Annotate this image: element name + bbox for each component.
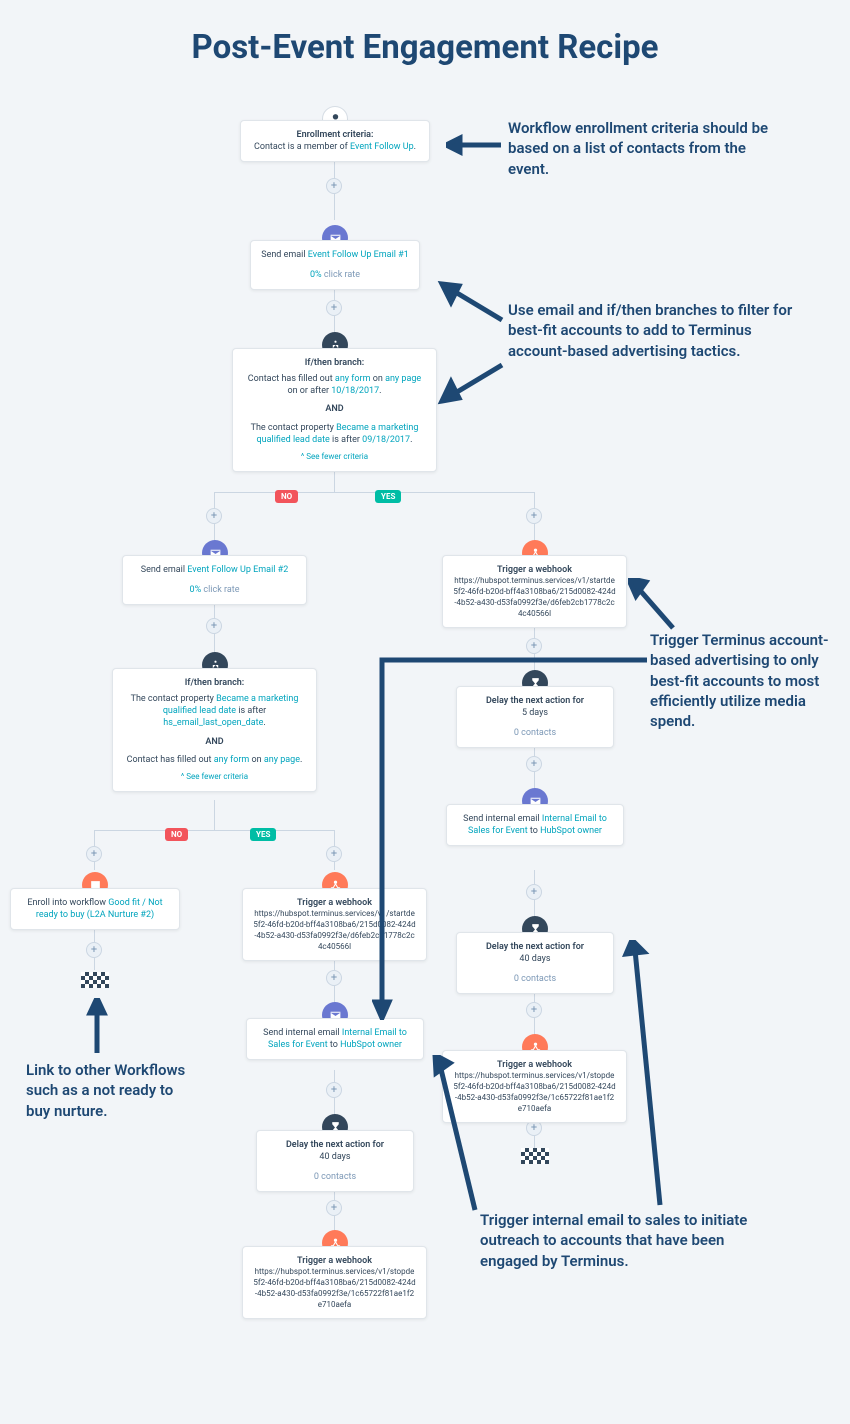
branch-yes-tag: YES [250,828,276,841]
annotation: Use email and if/then branches to filter… [508,300,798,361]
webhook-url: https://hubspot.terminus.services/v1/sto… [253,1267,416,1310]
webhook-card[interactable]: Trigger a webhook https://hubspot.termin… [242,1246,427,1319]
annotation: Link to other Workflows such as a not re… [26,1060,196,1121]
add-step-button[interactable]: + [326,846,342,862]
add-step-button[interactable]: + [526,508,542,524]
card-header: If/then branch: [123,677,306,689]
card-header: Enrollment criteria: [251,129,419,141]
webhook-card[interactable]: Trigger a webhook https://hubspot.termin… [442,555,627,628]
ifthen-branch-card[interactable]: If/then branch: Contact has filled out a… [232,348,437,472]
add-step-button[interactable]: + [326,300,342,316]
annotation: Trigger internal email to sales to initi… [480,1210,780,1271]
send-email-card[interactable]: Send email Event Follow Up Email #1 0% c… [250,240,420,290]
add-step-button[interactable]: + [326,178,342,194]
card-header: If/then branch: [243,357,426,369]
add-step-button[interactable]: + [326,1200,342,1216]
add-step-button[interactable]: + [86,942,102,958]
internal-email-card[interactable]: Send internal email Internal Email to Sa… [246,1018,424,1060]
card-text: Contact is a member of [254,142,350,152]
workflow-end-icon [521,1148,549,1164]
ifthen-branch-card[interactable]: If/then branch: The contact property Bec… [112,668,317,792]
webhook-url: https://hubspot.terminus.services/v1/sta… [453,576,616,619]
send-email-card[interactable]: Send email Event Follow Up Email #2 0% c… [122,555,307,605]
enrollment-card[interactable]: Enrollment criteria: Contact is a member… [240,120,430,162]
see-fewer-link[interactable]: ^ See fewer criteria [123,772,306,783]
add-step-button[interactable]: + [86,846,102,862]
branch-no-tag: NO [165,828,188,841]
annotation: Trigger Terminus account-based advertisi… [650,630,830,731]
add-step-button[interactable]: + [326,970,342,986]
add-step-button[interactable]: + [206,508,222,524]
workflow-canvas: NO YES NO YES + + + + + + + + + + + + + … [0,0,850,1424]
see-fewer-link[interactable]: ^ See fewer criteria [243,452,426,463]
add-step-button[interactable]: + [206,618,222,634]
delay-card[interactable]: Delay the next action for 40 days 0 cont… [256,1130,414,1192]
branch-yes-tag: YES [375,490,401,503]
branch-no-tag: NO [275,490,298,503]
email-link[interactable]: Event Follow Up Email #1 [308,250,409,260]
list-link[interactable]: Event Follow Up [350,142,414,152]
enroll-workflow-card[interactable]: Enroll into workflow Good fit / Not read… [10,888,180,930]
email-link[interactable]: Event Follow Up Email #2 [187,565,288,575]
add-step-button[interactable]: + [326,1082,342,1098]
annotation: Workflow enrollment criteria should be b… [508,118,778,179]
workflow-end-icon [81,972,109,988]
